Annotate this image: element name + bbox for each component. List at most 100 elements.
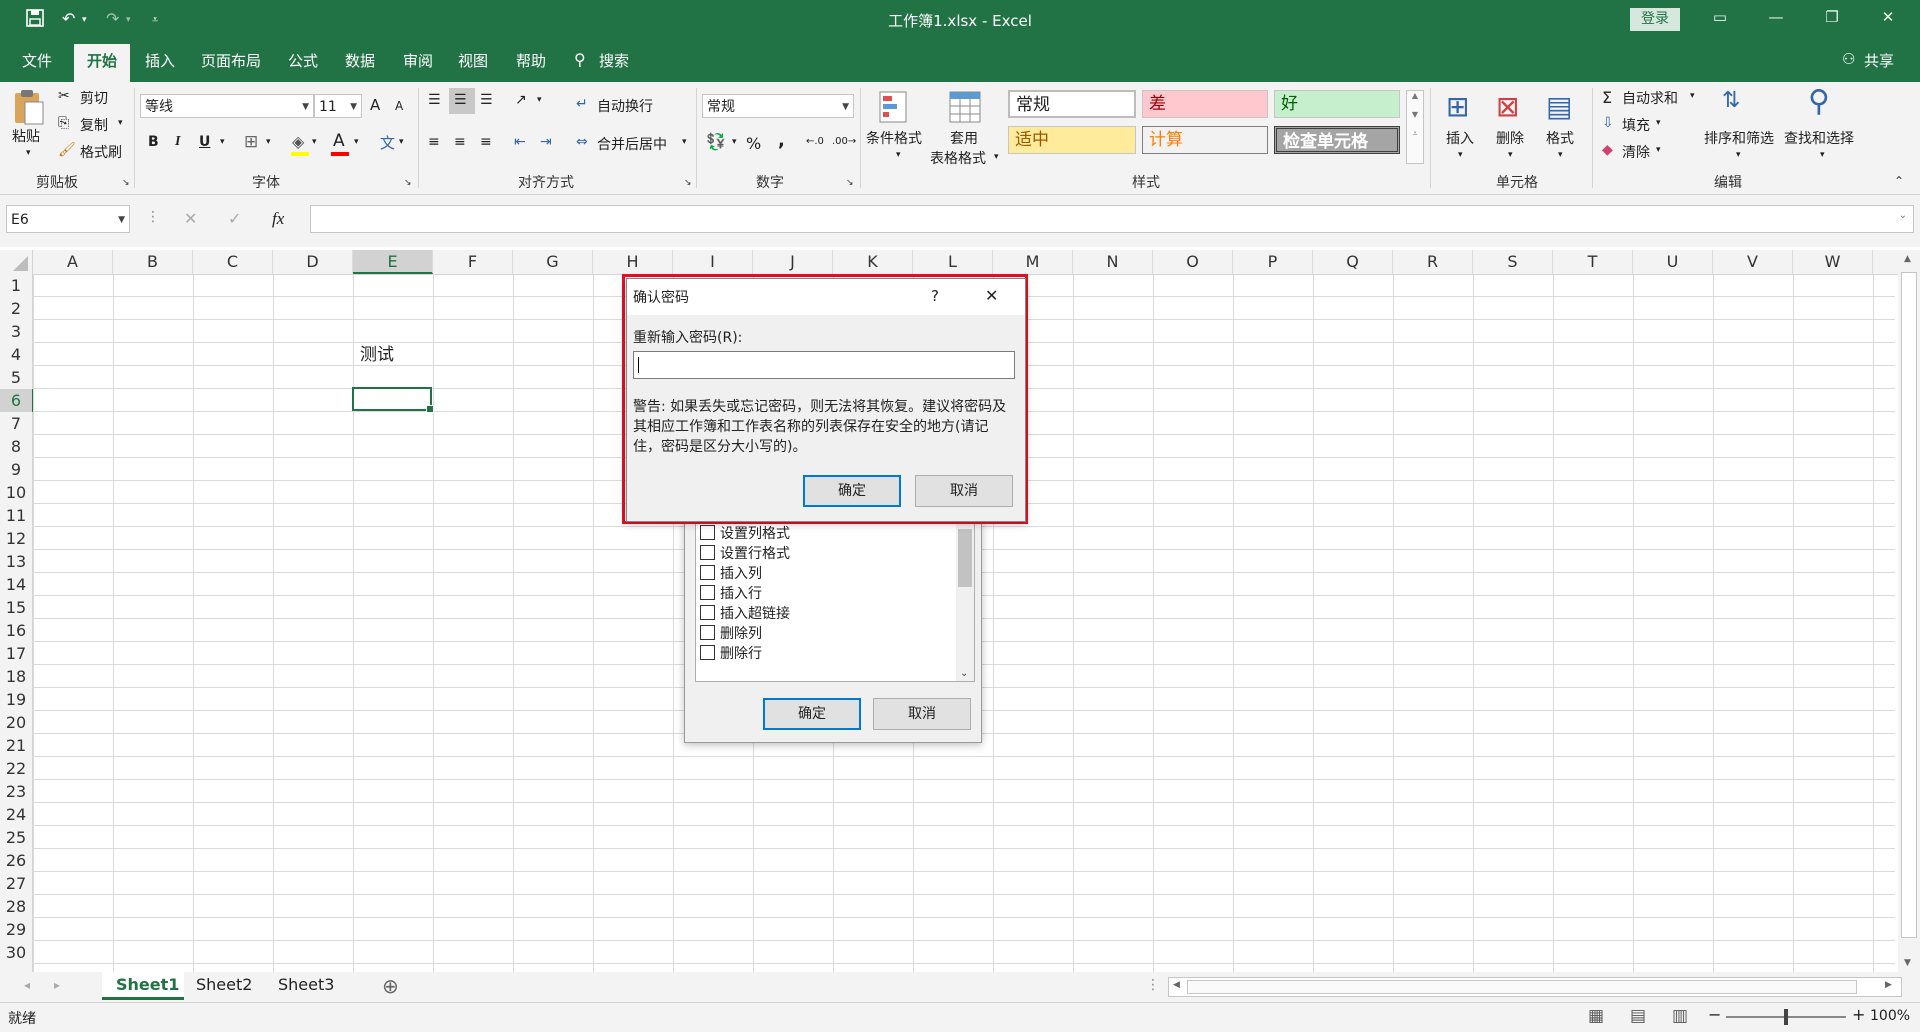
checkbox[interactable] (700, 625, 715, 640)
row-header[interactable]: 28 (0, 895, 32, 918)
font-name-combo[interactable]: 等线 ▼ (140, 94, 314, 118)
menu-search[interactable]: 搜索 (599, 50, 629, 71)
sort-filter-icon[interactable]: ⇅ (1722, 88, 1740, 113)
prev-sheet-icon[interactable]: ◂ (24, 978, 30, 992)
cut-button[interactable]: 剪切 (80, 88, 108, 108)
fill-button[interactable]: 填充 (1622, 115, 1650, 135)
column-header[interactable]: W (1793, 250, 1873, 274)
font-color-dropdown-icon[interactable]: ▾ (354, 137, 359, 147)
copy-icon[interactable]: ⎘ (58, 115, 69, 131)
permission-item[interactable]: 插入行 (700, 583, 762, 603)
column-header[interactable]: D (273, 250, 353, 274)
row-header[interactable]: 29 (0, 918, 32, 941)
row-header[interactable]: 2 (0, 297, 32, 320)
permissions-scroll-thumb[interactable] (958, 529, 972, 587)
align-left-icon[interactable]: ≡ (428, 134, 440, 150)
row-header[interactable]: 4 (0, 343, 32, 366)
fill-icon[interactable]: ⇩ (1602, 115, 1614, 131)
permission-item[interactable]: 插入超链接 (700, 603, 790, 623)
search-icon[interactable]: ⚲ (574, 50, 586, 69)
column-header[interactable]: B (113, 250, 193, 274)
next-sheet-icon[interactable]: ▸ (54, 978, 60, 992)
conditional-format-icon[interactable] (878, 90, 910, 128)
conditional-format-button[interactable]: 条件格式 (866, 128, 922, 148)
menu-file[interactable]: 文件 (22, 50, 52, 71)
find-dropdown-icon[interactable]: ▾ (1820, 150, 1825, 160)
italic-button[interactable]: I (175, 134, 180, 150)
help-icon[interactable]: ? (931, 287, 939, 305)
style-check-cell[interactable]: 检查单元格 (1274, 126, 1400, 154)
format-painter-button[interactable]: 格式刷 (80, 142, 122, 162)
column-header[interactable]: M (993, 250, 1073, 274)
confirm-ok-button[interactable]: 确定 (803, 475, 901, 507)
permission-item[interactable]: 设置列格式 (700, 523, 790, 543)
menu-help[interactable]: 帮助 (516, 50, 546, 71)
column-header[interactable]: U (1633, 250, 1713, 274)
clear-dropdown-icon[interactable]: ▾ (1656, 145, 1661, 155)
tab-sheet3[interactable]: Sheet3 (268, 972, 344, 998)
scroll-down-icon[interactable]: ▼ (1904, 958, 1911, 968)
currency-dropdown-icon[interactable]: ▾ (732, 137, 737, 147)
minimize-icon[interactable]: — (1756, 8, 1796, 26)
align-top-icon[interactable]: ☰ (428, 92, 441, 108)
autosum-button[interactable]: 自动求和 (1622, 88, 1678, 108)
zoom-level[interactable]: 100% (1870, 1008, 1910, 1024)
copy-dropdown-icon[interactable]: ▾ (118, 118, 123, 128)
tab-sheet1[interactable]: Sheet1 (106, 972, 189, 998)
ribbon-display-options-icon[interactable]: ▭ (1700, 8, 1740, 26)
style-normal[interactable]: 常规 (1008, 90, 1136, 118)
bold-button[interactable]: B (148, 134, 159, 150)
merge-center-button[interactable]: 合并后居中 (597, 134, 667, 154)
borders-dropdown-icon[interactable]: ▾ (266, 137, 271, 147)
scroll-left-icon[interactable]: ◀ (1173, 980, 1180, 990)
checkbox[interactable] (700, 565, 715, 580)
horizontal-scroll-thumb[interactable] (1187, 980, 1857, 994)
column-header[interactable]: T (1553, 250, 1633, 274)
increase-indent-icon[interactable]: ⇥ (540, 134, 552, 150)
row-header[interactable]: 22 (0, 757, 32, 780)
sort-dropdown-icon[interactable]: ▾ (1736, 150, 1741, 160)
close-icon[interactable]: ✕ (985, 286, 998, 305)
alignment-launcher-icon[interactable]: ↘ (684, 178, 692, 188)
fill-color-icon[interactable]: ◈ (292, 132, 304, 151)
paste-dropdown-icon[interactable]: ▾ (26, 148, 31, 158)
user-icon[interactable]: ⚇ (1842, 50, 1855, 68)
add-sheet-icon[interactable]: ⊕ (382, 974, 399, 998)
protect-cancel-button[interactable]: 取消 (873, 698, 971, 730)
column-header[interactable]: O (1153, 250, 1233, 274)
grow-font-button[interactable]: A (370, 96, 380, 114)
row-header[interactable]: 18 (0, 665, 32, 688)
scroll-up-icon[interactable]: ▲ (1904, 254, 1911, 264)
row-header[interactable]: 24 (0, 803, 32, 826)
insert-cells-button[interactable]: 插入 (1446, 128, 1474, 148)
row-header[interactable]: 12 (0, 527, 32, 550)
tab-split-handle-icon[interactable]: ⋮ (1146, 977, 1160, 993)
underline-dropdown-icon[interactable]: ▾ (220, 137, 225, 147)
row-header[interactable]: 6 (0, 389, 34, 412)
row-header[interactable]: 8 (0, 435, 32, 458)
orientation-dropdown-icon[interactable]: ▾ (537, 95, 542, 105)
fill-color-dropdown-icon[interactable]: ▾ (312, 137, 317, 147)
scroll-down-icon[interactable]: ▼ (1407, 110, 1423, 119)
menu-insert[interactable]: 插入 (145, 50, 175, 71)
horizontal-scrollbar[interactable]: ◀ ▶ (1168, 977, 1902, 997)
style-neutral[interactable]: 适中 (1008, 126, 1136, 154)
fill-dropdown-icon[interactable]: ▾ (1656, 118, 1661, 128)
share-button[interactable]: 共享 (1864, 50, 1894, 71)
column-header[interactable]: J (753, 250, 833, 274)
row-header[interactable]: 13 (0, 550, 32, 573)
checkbox[interactable] (700, 525, 715, 540)
format-cells-icon[interactable]: ▤ (1546, 90, 1572, 123)
row-header[interactable]: 30 (0, 941, 32, 964)
format-dropdown-icon[interactable]: ▾ (1558, 150, 1563, 160)
checkbox[interactable] (700, 585, 715, 600)
merge-icon[interactable]: ⇔ (576, 134, 588, 150)
menu-page-layout[interactable]: 页面布局 (201, 50, 261, 71)
scroll-thumb[interactable] (1901, 272, 1917, 938)
row-header[interactable]: 5 (0, 366, 32, 389)
formula-input[interactable]: ⌄ (310, 205, 1914, 233)
permissions-scrollbar[interactable]: ⌄ (956, 509, 974, 681)
fill-handle[interactable] (426, 405, 434, 413)
checkbox[interactable] (700, 645, 715, 660)
wrap-text-icon[interactable]: ↵ (576, 96, 588, 112)
